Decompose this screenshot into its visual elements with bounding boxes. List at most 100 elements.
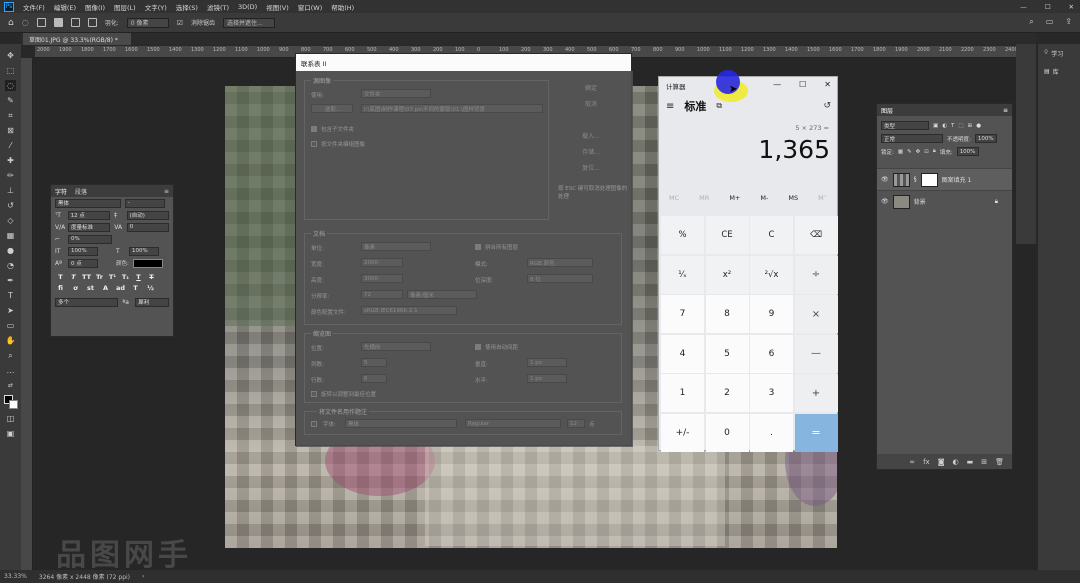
dock-learn[interactable]: 💡︎ 学习 [1038, 44, 1080, 62]
calc-key-11[interactable]: × [794, 295, 838, 333]
keep-on-top-icon[interactable]: ⧉ [716, 101, 722, 111]
workspace-icon[interactable]: ▭ [1046, 17, 1054, 27]
ligature-icon[interactable]: fi [55, 284, 66, 292]
memory-button-mr[interactable]: MR [699, 194, 709, 208]
layer-name-pattern-fill[interactable]: 图案填充 1 [942, 175, 972, 184]
load-button[interactable]: 载入... [561, 129, 621, 141]
hand-tool-icon[interactable]: ✋ [5, 335, 16, 346]
visibility-eye-icon[interactable]: 👁︎ [881, 198, 889, 205]
horizontal-scale-input[interactable]: 100% [129, 246, 159, 256]
crop-tool-icon[interactable]: ⌗ [5, 110, 16, 121]
move-tool-icon[interactable]: ✥ [5, 50, 16, 61]
group-by-folder-checkbox[interactable] [311, 141, 317, 147]
menu-3d[interactable]: 3D(D) [238, 3, 257, 11]
marquee-tool-icon[interactable]: ⬚ [5, 65, 16, 76]
history-icon[interactable]: ↺ [823, 101, 831, 111]
search-icon[interactable]: ⌕ [1029, 17, 1033, 27]
menu-select[interactable]: 选择(S) [176, 2, 198, 12]
memory-button-ms[interactable]: MS [788, 194, 798, 208]
layers-panel-menu-icon[interactable]: ≡ [1003, 107, 1008, 114]
font-family-select[interactable]: 黑体 [55, 198, 121, 208]
lock-artboard-icon[interactable]: ⊡ [924, 149, 929, 155]
new-layer-icon[interactable]: ⊞ [981, 458, 987, 466]
shape-tool-icon[interactable]: ▭ [5, 320, 16, 331]
kerning-input[interactable]: 度量标准 [68, 222, 111, 232]
new-adjustment-icon[interactable]: ◐ [953, 458, 959, 466]
menu-type[interactable]: 文字(Y) [145, 2, 167, 12]
faux-bold-button[interactable]: T [55, 273, 66, 281]
type-tool-icon[interactable]: T [5, 290, 16, 301]
memory-button-m[interactable]: M- [760, 194, 768, 208]
calc-key-20[interactable]: +/- [661, 413, 704, 452]
width-input[interactable]: 2000 [361, 258, 403, 267]
flatten-layers-checkbox[interactable] [475, 244, 481, 250]
calc-key-1[interactable]: CE [705, 216, 749, 254]
memory-button-m[interactable]: M˅ [818, 194, 827, 208]
calc-key-5[interactable]: x² [705, 255, 749, 294]
history-brush-tool-icon[interactable]: ↺ [5, 200, 16, 211]
columns-input[interactable]: 5 [361, 358, 387, 367]
caption-font-style-select[interactable]: Regular [465, 419, 561, 428]
caption-font-select[interactable]: 黑体 [345, 419, 457, 428]
calc-key-23[interactable]: = [794, 413, 838, 452]
rows-input[interactable]: 6 [361, 374, 387, 383]
titling-icon[interactable]: A [100, 284, 111, 292]
calc-key-6[interactable]: ²√x [750, 255, 793, 294]
save-button[interactable]: 存储... [561, 145, 621, 157]
auto-spacing-checkbox[interactable] [475, 344, 481, 350]
lasso-tool-icon[interactable]: ◌ [5, 80, 16, 91]
layer-filter-select[interactable]: 类型 [881, 121, 929, 130]
quick-select-tool-icon[interactable]: ✎ [5, 95, 16, 106]
calc-key-8[interactable]: 7 [661, 295, 704, 333]
add-selection-icon[interactable] [53, 18, 63, 27]
blend-mode-select[interactable]: 正常 [881, 134, 943, 143]
filter-pixel-icon[interactable]: ▣ [933, 123, 938, 129]
calc-key-19[interactable]: + [794, 374, 838, 412]
strikethrough-button[interactable]: T [146, 273, 157, 281]
tab-character[interactable]: 字符 [55, 187, 67, 196]
fraction-icon[interactable]: T [130, 284, 141, 292]
vertical-scale-input[interactable]: 100% [68, 246, 98, 256]
delete-layer-icon[interactable]: 🗑︎ [995, 458, 1004, 466]
all-caps-button[interactable]: TT [81, 273, 92, 281]
minimize-icon[interactable]: — [1020, 3, 1027, 11]
faux-italic-button[interactable]: T [68, 273, 79, 281]
menu-help[interactable]: 帮助(H) [331, 2, 354, 12]
menu-filter[interactable]: 滤镜(T) [207, 2, 229, 12]
quick-mask-icon[interactable]: ◫ [5, 413, 16, 424]
mode-select[interactable]: RGB 颜色 [527, 258, 593, 267]
calc-key-21[interactable]: 0 [705, 413, 749, 452]
document-tab[interactable]: 草图01.JPG @ 33.3%(RGB/8) * [23, 33, 131, 45]
source-path-field[interactable]: I:\底图\制作课程\07.ps\不同的蒙版\01.\图样背景 [361, 104, 543, 113]
text-color-swatch[interactable] [132, 258, 163, 268]
calc-key-15[interactable]: — [794, 334, 838, 373]
healing-brush-tool-icon[interactable]: ✚ [5, 155, 16, 166]
memory-button-mc[interactable]: MC [669, 194, 679, 208]
menu-view[interactable]: 视图(V) [266, 2, 289, 12]
ok-button[interactable]: 确定 [561, 81, 621, 93]
horizontal-spacing-input[interactable]: 1 px [527, 374, 567, 383]
path-select-tool-icon[interactable]: ➤ [5, 305, 16, 316]
opacity-input[interactable]: 100% [974, 134, 997, 143]
units-select[interactable]: 像素 [361, 242, 431, 251]
more-tools-icon[interactable]: … [5, 365, 16, 376]
lasso-tool-icon[interactable]: ◌ [22, 18, 29, 27]
layer-style-icon[interactable]: fx [923, 458, 930, 466]
use-select[interactable]: 文件夹 [361, 89, 431, 98]
calc-key-16[interactable]: 1 [661, 374, 704, 412]
font-size-input[interactable]: 12 点 [67, 210, 110, 220]
calc-close-icon[interactable]: ✕ [824, 80, 831, 89]
resolution-input[interactable]: 72 [361, 290, 403, 299]
filter-shape-icon[interactable]: ⬚ [958, 123, 963, 129]
caption-checkbox[interactable] [311, 421, 317, 427]
zoom-level[interactable]: 33.33% [4, 573, 27, 580]
menu-window[interactable]: 窗口(W) [298, 2, 323, 12]
eraser-tool-icon[interactable]: ◇ [5, 215, 16, 226]
calc-key-12[interactable]: 4 [661, 334, 704, 373]
calc-key-22[interactable]: . [750, 413, 793, 452]
new-selection-icon[interactable] [36, 18, 46, 27]
memory-button-m[interactable]: M+ [729, 194, 740, 208]
stamp-tool-icon[interactable]: ⊥ [5, 185, 16, 196]
link-layers-icon[interactable]: ∞ [909, 458, 915, 466]
filter-toggle-icon[interactable]: ● [976, 123, 981, 129]
